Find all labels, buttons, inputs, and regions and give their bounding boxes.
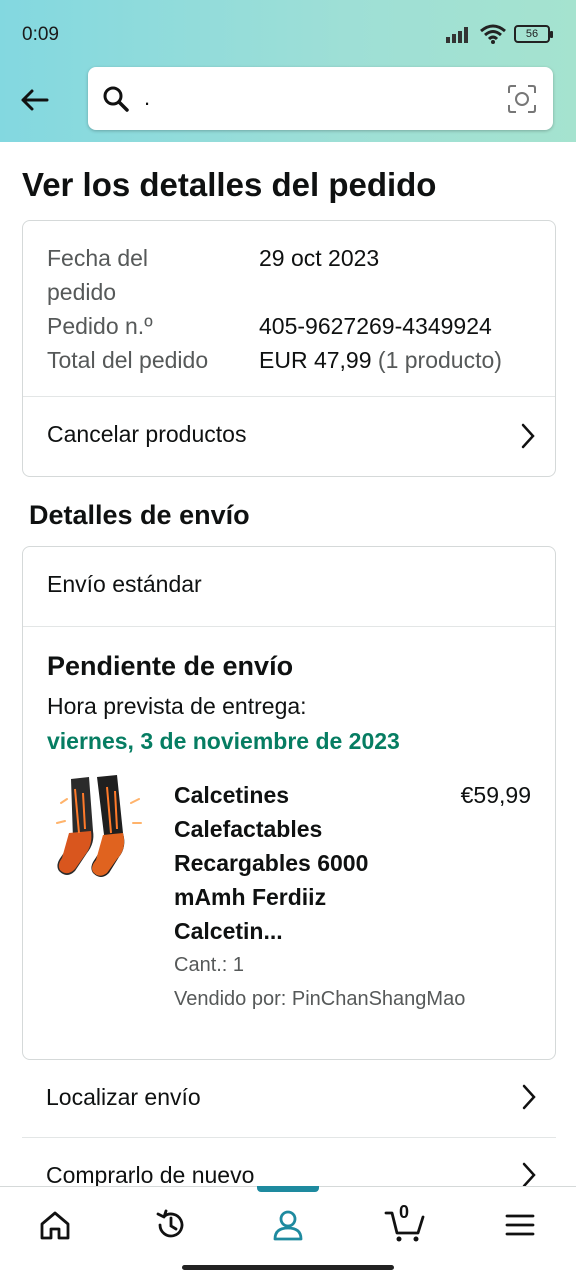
track-shipment-label: Localizar envío <box>46 1084 201 1110</box>
shipment-status: Pendiente de envío <box>47 651 294 681</box>
shipment-card: Envío estándar Pendiente de envío Hora p… <box>22 546 556 1060</box>
history-icon <box>156 1209 184 1238</box>
order-date-label-line1: Fecha del <box>47 245 149 271</box>
chevron-right-icon <box>522 1162 536 1188</box>
nav-home[interactable] <box>33 1205 77 1245</box>
order-total-amount: EUR 47,99 <box>259 347 372 373</box>
buy-again-label: Comprarlo de nuevo <box>46 1162 255 1188</box>
home-icon <box>40 1211 70 1240</box>
search-input[interactable]: . <box>88 67 553 130</box>
product-image[interactable] <box>53 773 145 883</box>
product-title-line: Recargables 6000 <box>174 850 369 876</box>
wifi-icon <box>480 24 506 44</box>
status-icons: 56 <box>446 24 553 44</box>
camera-scan-icon[interactable] <box>507 84 537 114</box>
order-total-value: EUR 47,99 (1 producto) <box>259 343 502 377</box>
product-price: €59,99 <box>460 782 531 808</box>
eta-date: viernes, 3 de noviembre de 2023 <box>47 728 400 754</box>
search-icon <box>103 86 129 112</box>
nav-cart[interactable]: 0 <box>382 1202 428 1245</box>
order-date-value: 29 oct 2023 <box>259 245 380 271</box>
order-total-count: (1 producto) <box>371 347 502 373</box>
cart-count-badge: 0 <box>399 1202 410 1222</box>
eta-label: Hora prevista de entrega: <box>47 693 307 719</box>
user-icon <box>273 1210 303 1241</box>
divider <box>23 626 555 627</box>
product-title[interactable]: Calcetines Calefactables Recargables 600… <box>174 778 414 948</box>
order-total-label: Total del pedido <box>47 347 209 373</box>
arrow-left-icon <box>21 89 49 111</box>
order-summary-card: Fecha del pedido 29 oct 2023 Pedido n.º … <box>22 220 556 477</box>
product-title-line: Calcetines <box>174 782 290 808</box>
order-date-label-line2: pedido <box>47 279 117 305</box>
order-number-value: 405-9627269-4349924 <box>259 313 492 339</box>
track-shipment-row[interactable]: Localizar envío <box>22 1060 556 1138</box>
status-time: 0:09 <box>22 24 59 45</box>
header: 0:09 56 . <box>0 0 576 142</box>
hamburger-menu-icon <box>505 1214 535 1236</box>
product-seller: Vendido por: PinChanShangMao <box>174 988 466 1010</box>
cancel-products-label: Cancelar productos <box>47 421 247 447</box>
product-title-line: mAmh Ferdiiz <box>174 884 327 910</box>
product-quantity: Cant.: 1 <box>174 954 245 976</box>
system-home-indicator[interactable] <box>182 1265 394 1270</box>
chevron-right-icon <box>521 423 535 449</box>
battery-icon: 56 <box>514 25 553 43</box>
cancel-products-row[interactable]: Cancelar productos <box>23 397 555 477</box>
nav-menu[interactable] <box>498 1205 542 1245</box>
order-number-label: Pedido n.º <box>47 313 153 339</box>
product-title-line: Calcetin... <box>174 918 283 944</box>
signal-icon <box>446 27 468 43</box>
search-query: . <box>144 85 151 110</box>
nav-recent[interactable] <box>149 1205 193 1245</box>
page-title: Ver los detalles del pedido <box>22 166 437 203</box>
back-button[interactable] <box>14 80 54 120</box>
shipping-section-title: Detalles de envío <box>29 500 250 530</box>
shipping-method: Envío estándar <box>47 571 202 597</box>
chevron-right-icon <box>522 1084 536 1110</box>
product-title-line: Calefactables <box>174 816 323 842</box>
active-tab-indicator <box>257 1186 319 1192</box>
nav-account[interactable] <box>266 1205 310 1245</box>
